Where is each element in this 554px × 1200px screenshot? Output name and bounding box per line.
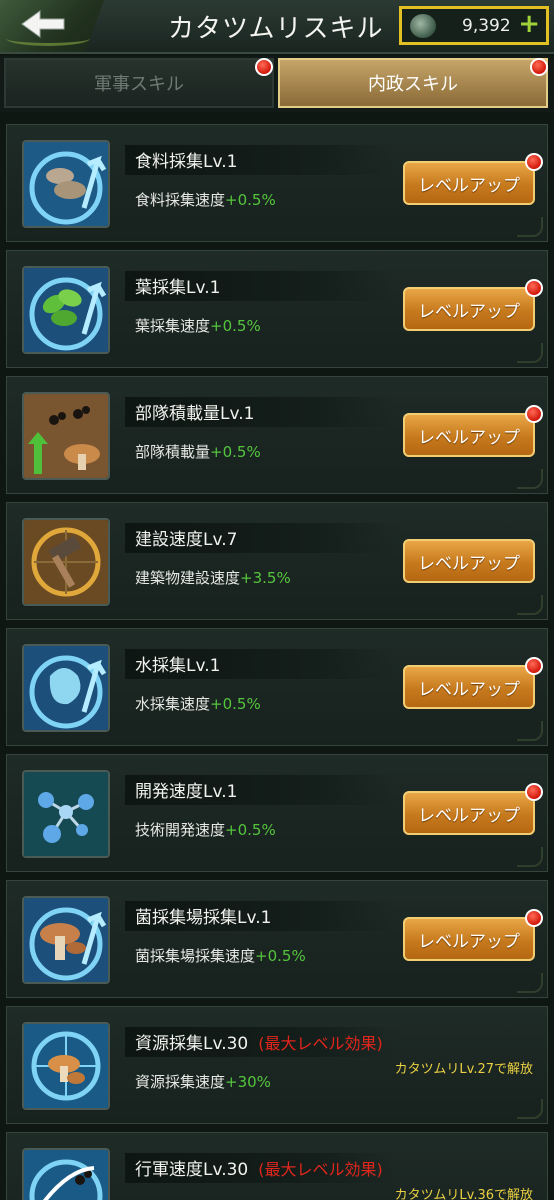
mushroom-harvest-icon <box>22 896 110 984</box>
notification-dot <box>525 909 543 927</box>
level-up-button[interactable]: レベルアップ <box>403 665 535 709</box>
skill-name: 葉採集Lv.1 <box>135 278 221 298</box>
effect-label: 葉採集速度 <box>135 317 211 335</box>
skill-effect: 部隊積載量+0.5% <box>135 441 261 462</box>
unlock-requirement: カタツムリLv.36で解放 <box>394 1188 533 1200</box>
level-up-button[interactable]: レベルアップ <box>403 161 535 205</box>
effect-label: 建築物建設速度 <box>135 569 241 587</box>
skill-card: 食料採集Lv.1 食料採集速度+0.5% レベルアップ <box>6 124 548 242</box>
effect-bonus: +0.5% <box>255 947 306 965</box>
tab-label: 軍事スキル <box>94 74 184 95</box>
snail-shell-currency-icon <box>410 14 436 38</box>
effect-bonus: +0.5% <box>210 443 261 461</box>
skill-name: 水採集Lv.1 <box>135 656 221 676</box>
effect-label: 技術開発速度 <box>135 821 226 839</box>
max-level-label: (最大レベル効果) <box>258 1160 383 1179</box>
skill-effect: 水採集速度+0.5% <box>135 693 261 714</box>
tab-domestic-skills[interactable]: 内政スキル <box>278 58 548 108</box>
skill-card: 開発速度Lv.1 技術開発速度+0.5% レベルアップ <box>6 754 548 872</box>
skill-card-locked: 行軍速度Lv.30 (最大レベル効果) カタツムリLv.36で解放 <box>6 1132 548 1200</box>
effect-bonus: +0.5% <box>210 695 261 713</box>
resource-compass-icon <box>22 1022 110 1110</box>
skill-effect: 葉採集速度+0.5% <box>135 315 261 336</box>
level-up-button[interactable]: レベルアップ <box>403 287 535 331</box>
max-level-label: (最大レベル効果) <box>258 1034 383 1053</box>
skill-card: 水採集Lv.1 水採集速度+0.5% レベルアップ <box>6 628 548 746</box>
effect-label: 資源採集速度 <box>135 1073 226 1091</box>
water-drop-icon <box>22 644 110 732</box>
back-button[interactable] <box>0 0 104 52</box>
level-up-button[interactable]: レベルアップ <box>403 791 535 835</box>
level-up-button[interactable]: レベルアップ <box>403 413 535 457</box>
effect-bonus: +30% <box>225 1073 271 1091</box>
leaf-harvest-icon <box>22 266 110 354</box>
skill-card: 菌採集場採集Lv.1 菌採集場採集速度+0.5% レベルアップ <box>6 880 548 998</box>
unlock-requirement: カタツムリLv.27で解放 <box>394 1062 533 1077</box>
add-currency-button[interactable]: + <box>518 9 540 39</box>
effect-label: 水採集速度 <box>135 695 211 713</box>
skill-card: 建設速度Lv.7 建築物建設速度+3.5% レベルアップ <box>6 502 548 620</box>
notification-dot <box>525 657 543 675</box>
notification-dot <box>525 279 543 297</box>
skill-effect: 建築物建設速度+3.5% <box>135 567 291 588</box>
skill-effect: 菌採集場採集速度+0.5% <box>135 945 306 966</box>
skill-effect: 技術開発速度+0.5% <box>135 819 276 840</box>
top-bar: カタツムリスキル 9,392 + <box>0 0 554 54</box>
effect-label: 菌採集場採集速度 <box>135 947 256 965</box>
molecule-research-icon <box>22 770 110 858</box>
back-arrow-icon <box>21 10 65 38</box>
march-speed-icon <box>22 1148 110 1200</box>
level-up-button[interactable]: レベルアップ <box>403 917 535 961</box>
effect-bonus: +0.5% <box>210 317 261 335</box>
notification-dot <box>525 405 543 423</box>
skill-name: 食料採集Lv.1 <box>135 152 238 172</box>
skill-card-locked: 資源採集Lv.30 (最大レベル効果) 資源採集速度+30% カタツムリLv.27… <box>6 1006 548 1124</box>
hammer-build-icon <box>22 518 110 606</box>
skill-name: 開発速度Lv.1 <box>135 782 238 802</box>
skill-name: 建設速度Lv.7 <box>135 530 238 550</box>
tab-military-skills[interactable]: 軍事スキル <box>4 58 274 108</box>
skill-name: 資源採集Lv.30 (最大レベル効果) <box>135 1029 383 1054</box>
level-up-button[interactable]: レベルアップ <box>403 539 535 583</box>
skill-tabs: 軍事スキル 内政スキル <box>0 56 554 112</box>
effect-bonus: +3.5% <box>240 569 291 587</box>
ant-load-icon <box>22 392 110 480</box>
skill-name: 菌採集場採集Lv.1 <box>135 908 272 928</box>
notification-dot <box>525 153 543 171</box>
skill-effect: 資源採集速度+30% <box>135 1071 271 1092</box>
currency-display[interactable]: 9,392 + <box>399 6 549 45</box>
page-title: カタツムリスキル <box>168 14 384 44</box>
skill-list[interactable]: 食料採集Lv.1 食料採集速度+0.5% レベルアップ 葉採集Lv.1 葉採集速… <box>0 114 554 1200</box>
skill-effect: 食料採集速度+0.5% <box>135 189 276 210</box>
woodlouse-harvest-icon <box>22 140 110 228</box>
effect-label: 食料採集速度 <box>135 191 226 209</box>
notification-dot <box>525 783 543 801</box>
tab-label: 内政スキル <box>368 74 458 95</box>
effect-bonus: +0.5% <box>225 191 276 209</box>
skill-name-text: 資源採集Lv.30 <box>135 1034 249 1054</box>
notification-dot <box>255 58 273 76</box>
skill-card: 部隊積載量Lv.1 部隊積載量+0.5% レベルアップ <box>6 376 548 494</box>
notification-dot <box>530 58 548 76</box>
skill-card: 葉採集Lv.1 葉採集速度+0.5% レベルアップ <box>6 250 548 368</box>
skill-name: 部隊積載量Lv.1 <box>135 404 255 424</box>
currency-amount: 9,392 <box>462 16 511 36</box>
skill-name: 行軍速度Lv.30 (最大レベル効果) <box>135 1155 383 1180</box>
effect-label: 部隊積載量 <box>135 443 211 461</box>
skill-name-text: 行軍速度Lv.30 <box>135 1160 249 1180</box>
effect-bonus: +0.5% <box>225 821 276 839</box>
